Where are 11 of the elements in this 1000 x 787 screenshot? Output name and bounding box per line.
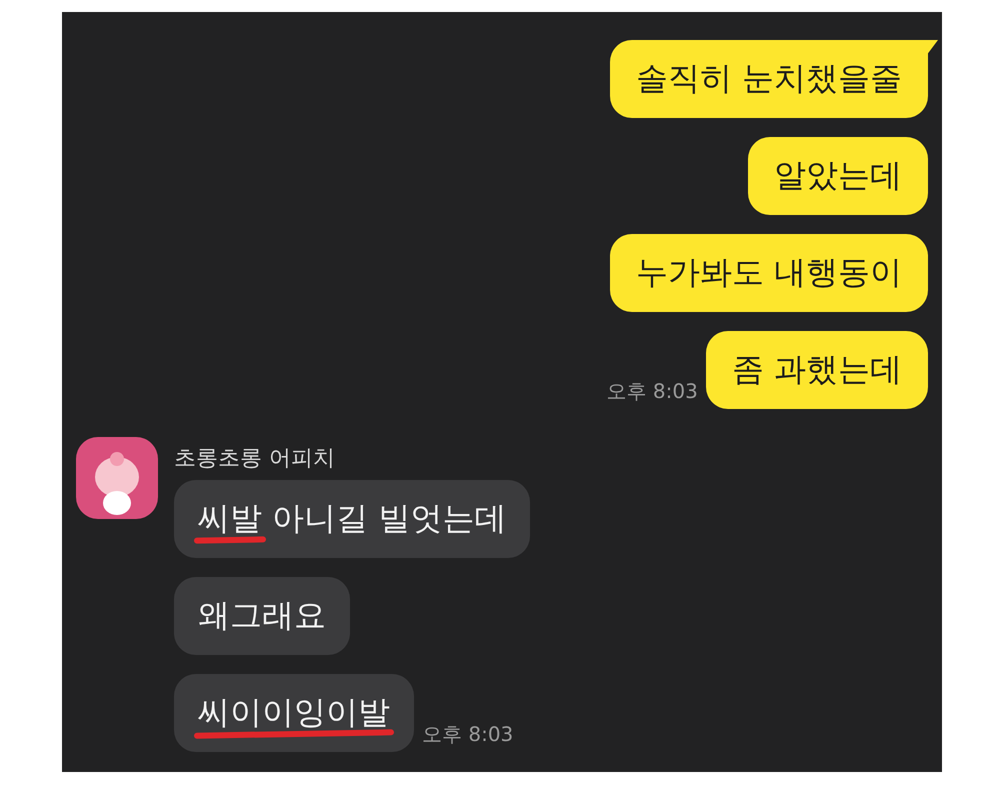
sender-name: 초롱초롱 어피치 [174,445,336,473]
message-time: 오후 8:03 [422,721,514,748]
bubble-tail [924,40,938,56]
received-message: 씨이이잉이발 [174,674,414,752]
sent-message: 알았는데 [748,137,928,215]
sent-message: 좀 과했는데 [706,331,928,409]
received-message: 씨발 아니길 빌엇는데 [174,480,530,558]
sent-message: 누가봐도 내행동이 [610,234,928,312]
message-time: 오후 8:03 [606,378,698,405]
received-message: 왜그래요 [174,577,350,655]
avatar[interactable] [76,437,158,519]
